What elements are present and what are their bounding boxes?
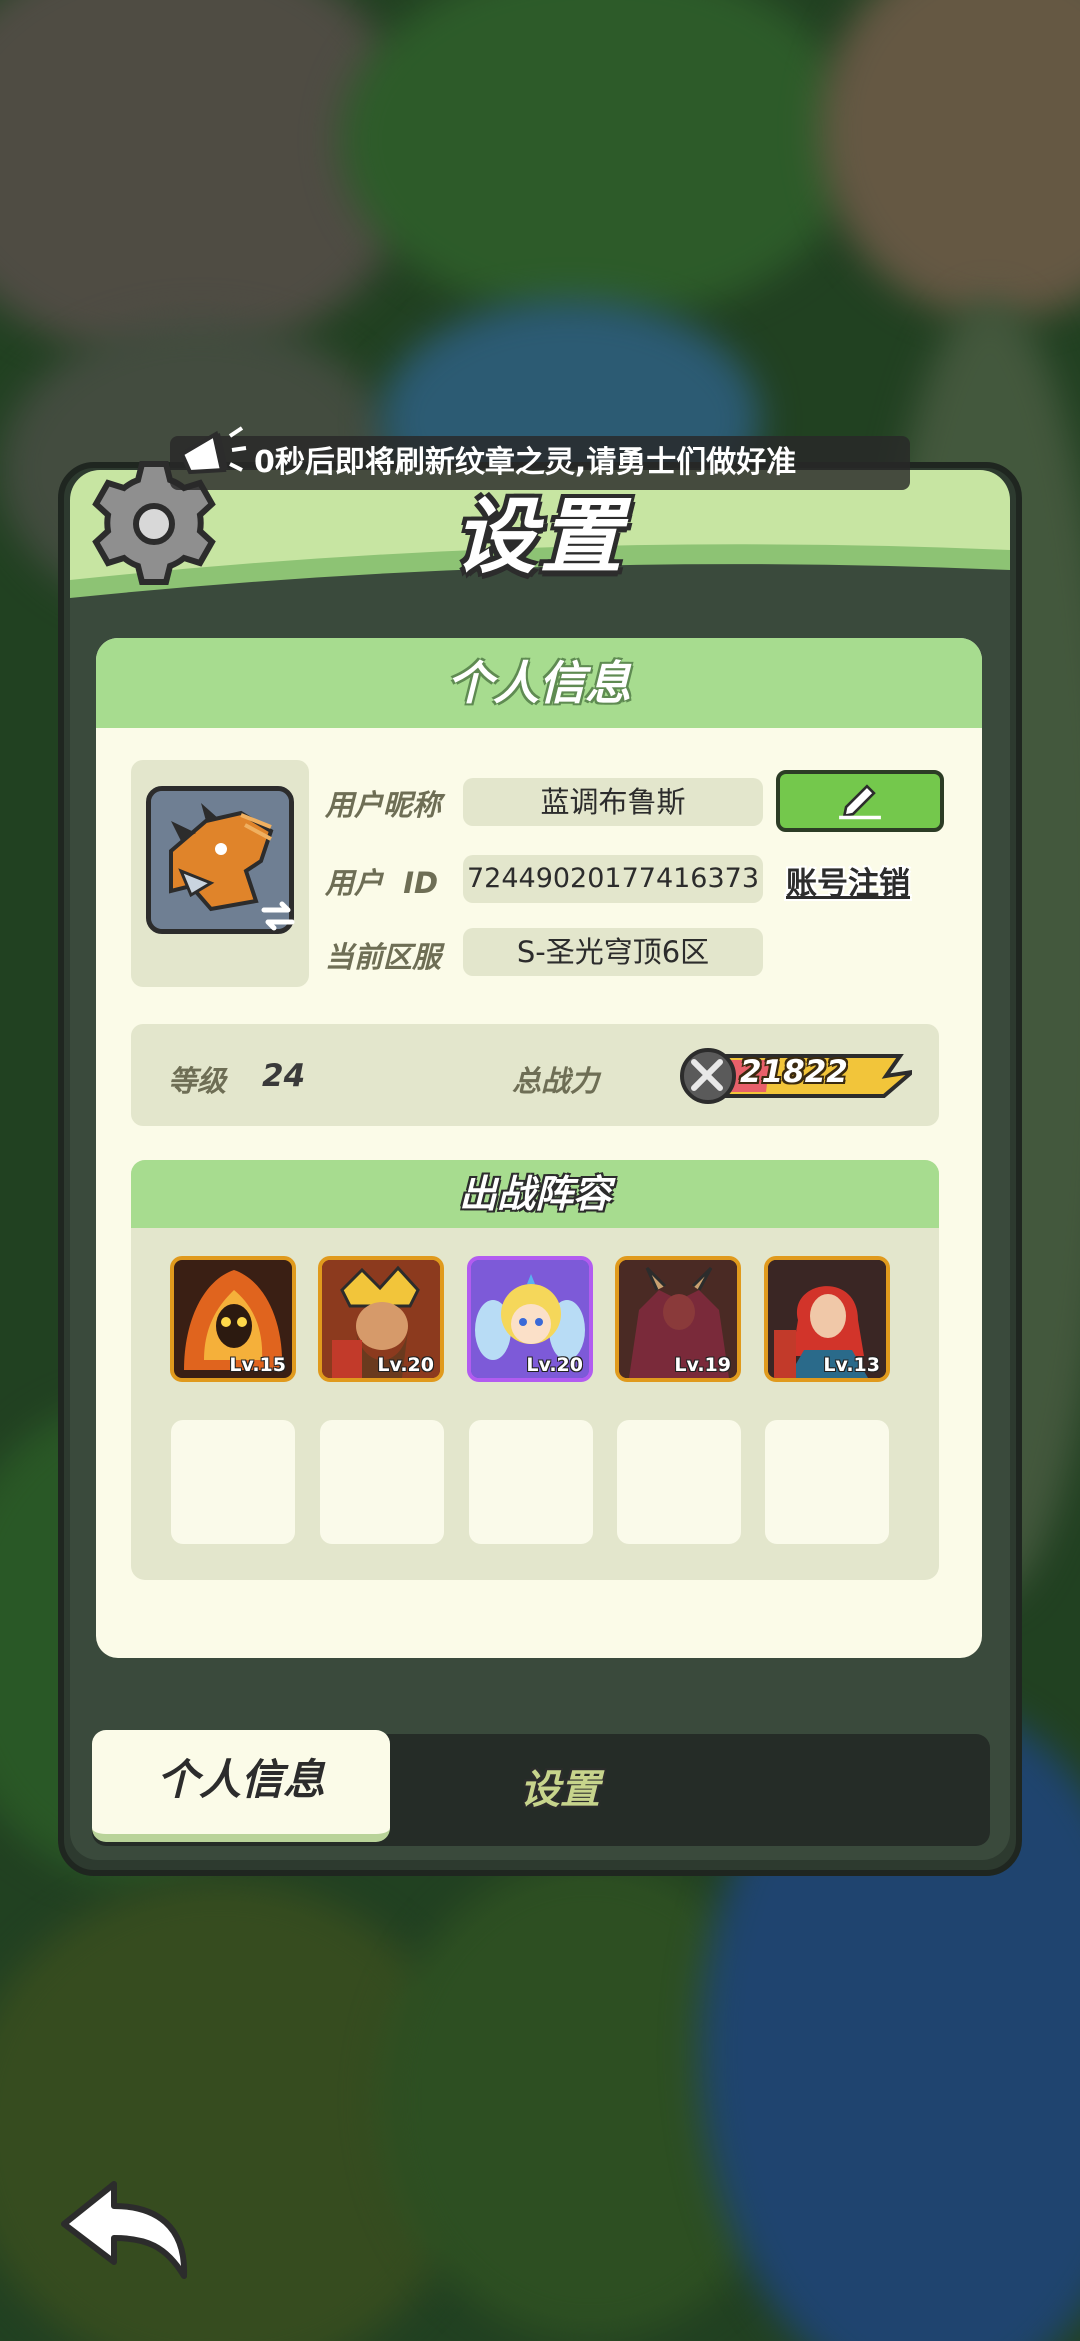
- nickname-field: 蓝调布鲁斯: [463, 778, 763, 826]
- hero-level: Lv.15: [229, 1354, 286, 1376]
- user-id-field: 72449020177416373: [463, 855, 763, 903]
- hero-slot-4[interactable]: Lv.19: [615, 1256, 741, 1382]
- hero-level: Lv.13: [823, 1354, 880, 1376]
- megaphone-icon: [179, 426, 247, 475]
- level-value: 24: [262, 1058, 306, 1094]
- server-label: 当前区服: [325, 940, 442, 974]
- empty-slot[interactable]: [171, 1420, 295, 1544]
- edit-nickname-button[interactable]: [776, 770, 944, 832]
- server-field: S-圣光穹顶6区: [463, 928, 763, 976]
- level-label: 等级: [168, 1064, 227, 1098]
- user-id-label: 用户 ID: [325, 866, 439, 900]
- hero-slot-3[interactable]: Lv.20: [467, 1256, 593, 1382]
- empty-slot[interactable]: [469, 1420, 593, 1544]
- hero-slot-5[interactable]: Lv.13: [764, 1256, 890, 1382]
- empty-slot[interactable]: [765, 1420, 889, 1544]
- nickname-label: 用户昵称: [325, 788, 442, 822]
- swap-avatar-icon[interactable]: [258, 896, 298, 936]
- pencil-icon: [839, 784, 881, 820]
- account-delete-link[interactable]: 账号注销: [786, 858, 910, 903]
- announcement-marquee: 0秒后即将刷新纹章之灵,请勇士们做好准: [170, 436, 910, 490]
- hero-level: Lv.20: [526, 1354, 583, 1376]
- hero-level: Lv.20: [377, 1354, 434, 1376]
- back-arrow-icon[interactable]: [56, 2176, 196, 2286]
- hero-slot-2[interactable]: Lv.20: [318, 1256, 444, 1382]
- empty-slot[interactable]: [617, 1420, 741, 1544]
- hero-level: Lv.19: [674, 1354, 731, 1376]
- empty-slot[interactable]: [320, 1420, 444, 1544]
- card-header: 个人信息: [96, 638, 982, 728]
- power-label: 总战力: [512, 1064, 600, 1098]
- power-value: 21822: [740, 1054, 848, 1090]
- hero-slot-1[interactable]: Lv.15: [170, 1256, 296, 1382]
- tab-settings[interactable]: 设置: [460, 1734, 660, 1846]
- tab-personal-info[interactable]: 个人信息: [92, 1730, 390, 1842]
- lineup-title: 出战阵容: [131, 1160, 939, 1228]
